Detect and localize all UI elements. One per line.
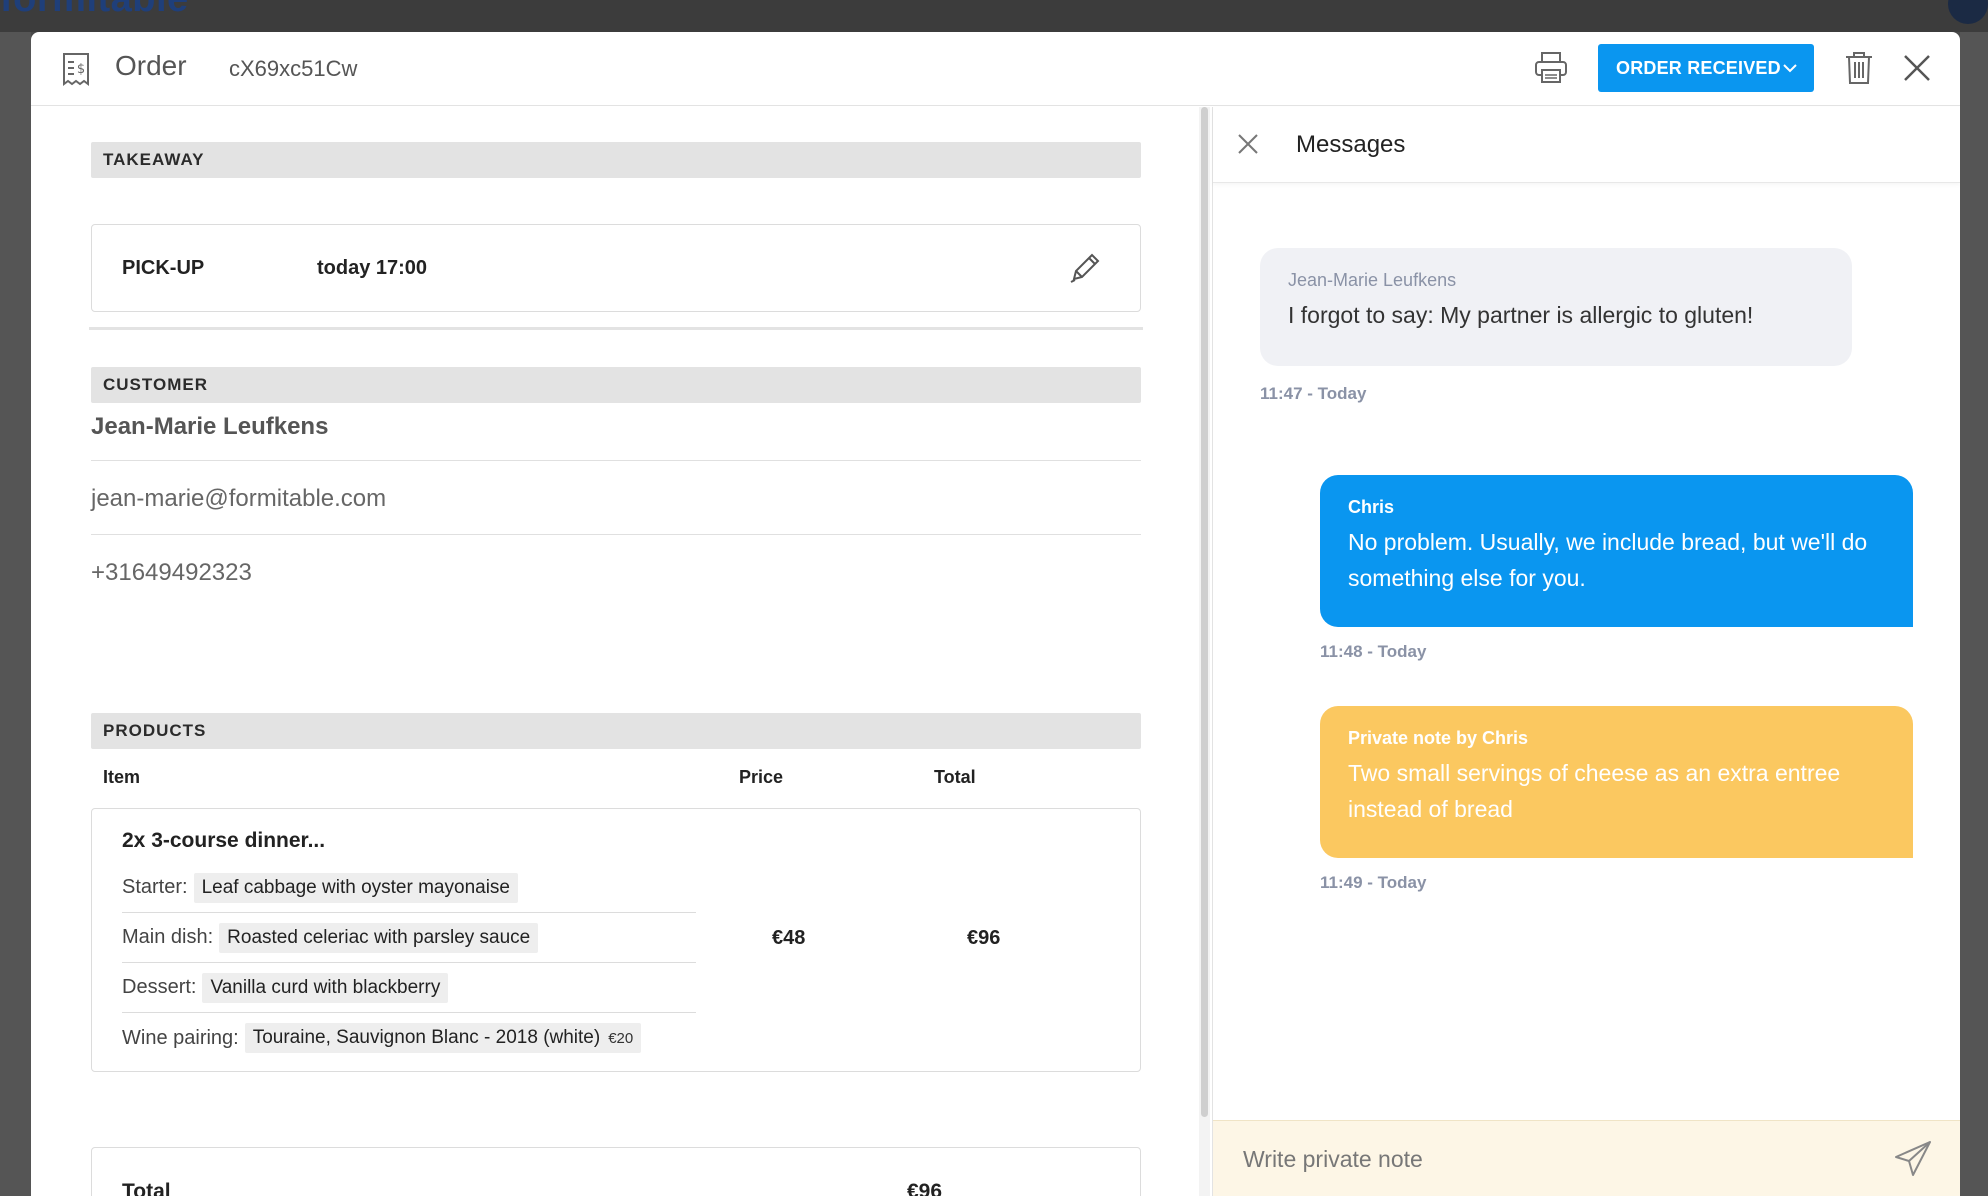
product-row: 2x 3-course dinner... Starter: Leaf cabb… [91,808,1141,1072]
avatar [1948,0,1988,24]
option-value-chip: Vanilla curd with blackberry [202,972,449,1003]
backdrop-right [1960,32,1988,1196]
message-author: Jean-Marie Leufkens [1288,270,1457,290]
column-header-item: Item [103,767,141,787]
message-author: Private note by Chris [1348,728,1529,748]
order-status-label: ORDER RECEIVED [1616,57,1781,78]
message-time: 11:49 - Today [1320,873,1427,892]
product-price: €48 [772,927,806,949]
option-label: Dessert: [122,976,197,998]
column-header-price: Price [739,767,784,787]
pencil-icon[interactable] [1068,251,1102,285]
trash-icon[interactable] [1843,50,1875,86]
pickup-card: PICK-UP today 17:00 [91,224,1141,312]
option-value-chip: Roasted celeriac with parsley sauce [219,922,539,953]
option-extra-price: €20 [608,1030,634,1047]
option-label: Starter: [122,876,188,898]
option-value: Vanilla curd with blackberry [210,976,441,998]
message-author: Chris [1348,497,1395,517]
close-icon[interactable] [1235,131,1261,157]
product-total: €96 [967,927,1001,949]
backdrop-left [0,32,31,1196]
order-total-card: Total €96 [91,1147,1141,1196]
customer-phone[interactable]: +31649492323 [91,559,252,587]
svg-text:$: $ [77,62,85,77]
backdrop-app-bar: formitable [0,0,1988,32]
send-icon[interactable] [1893,1139,1933,1179]
product-option-starter: Starter: Leaf cabbage with oyster mayona… [122,863,696,913]
section-divider [89,327,1143,330]
takeaway-section-header: TAKEAWAY [91,142,1141,178]
option-label: Wine pairing: [122,1026,239,1049]
option-value: Touraine, Sauvignon Blanc - 2018 (white) [252,1027,601,1048]
modal-header: $ Order cX69xc51Cw ORDER RECEIVED [31,32,1960,106]
order-modal: $ Order cX69xc51Cw ORDER RECEIVED TAKEAW… [31,32,1960,1196]
option-value-chip: Touraine, Sauvignon Blanc - 2018 (white)… [244,1023,642,1053]
order-total-value: €96 [907,1180,943,1196]
customer-divider [91,460,1141,461]
customer-section-header: CUSTOMER [91,367,1141,403]
option-value: Roasted celeriac with parsley sauce [227,926,531,948]
pickup-label: PICK-UP [122,257,205,279]
product-option-wine: Wine pairing: Touraine, Sauvignon Blanc … [122,1013,696,1063]
message-text: I forgot to say: My partner is allergic … [1288,302,1754,328]
messages-title: Messages [1296,131,1406,158]
message-time: 11:48 - Today [1320,642,1427,661]
order-total-label: Total [122,1180,171,1196]
product-option-main: Main dish: Roasted celeriac with parsley… [122,913,696,963]
scrollbar-thumb[interactable] [1201,107,1208,1117]
compose-bar [1213,1120,1960,1196]
column-header-total: Total [934,767,976,787]
messages-header: Messages [1213,107,1960,183]
printer-icon[interactable] [1533,50,1569,86]
product-title: 2x 3-course dinner... [122,829,326,852]
pickup-time: today 17:00 [317,257,428,279]
option-value: Leaf cabbage with oyster mayonaise [201,876,510,898]
order-status-dropdown[interactable]: ORDER RECEIVED [1598,44,1814,92]
order-id: cX69xc51Cw [229,56,358,81]
close-icon[interactable] [1901,52,1933,84]
message-bubble-staff: Chris No problem. Usually, we include br… [1320,475,1913,627]
receipt-icon: $ [63,53,89,86]
scrollbar[interactable] [1199,107,1210,1196]
chevron-down-icon [1783,64,1797,73]
private-note-input[interactable] [1243,1139,1863,1179]
customer-name: Jean-Marie Leufkens [91,413,329,440]
message-text: Two small servings of cheese as an extra… [1348,760,1841,822]
app-logo: formitable [0,0,189,21]
products-section-header: PRODUCTS [91,713,1141,749]
customer-divider [91,534,1141,535]
product-option-dessert: Dessert: Vanilla curd with blackberry [122,963,696,1013]
message-time: 11:47 - Today [1260,384,1367,403]
customer-email[interactable]: jean-marie@formitable.com [91,485,386,513]
order-details-pane: TAKEAWAY PICK-UP today 17:00 CUSTOMER Je… [31,107,1199,1196]
message-bubble-private-note: Private note by Chris Two small servings… [1320,706,1913,858]
messages-pane: Messages Jean-Marie Leufkens I forgot to… [1212,107,1960,1196]
option-label: Main dish: [122,926,214,948]
option-value-chip: Leaf cabbage with oyster mayonaise [193,872,518,903]
message-bubble-customer: Jean-Marie Leufkens I forgot to say: My … [1260,248,1852,366]
page-title: Order [115,50,187,81]
message-text: No problem. Usually, we include bread, b… [1348,529,1868,591]
